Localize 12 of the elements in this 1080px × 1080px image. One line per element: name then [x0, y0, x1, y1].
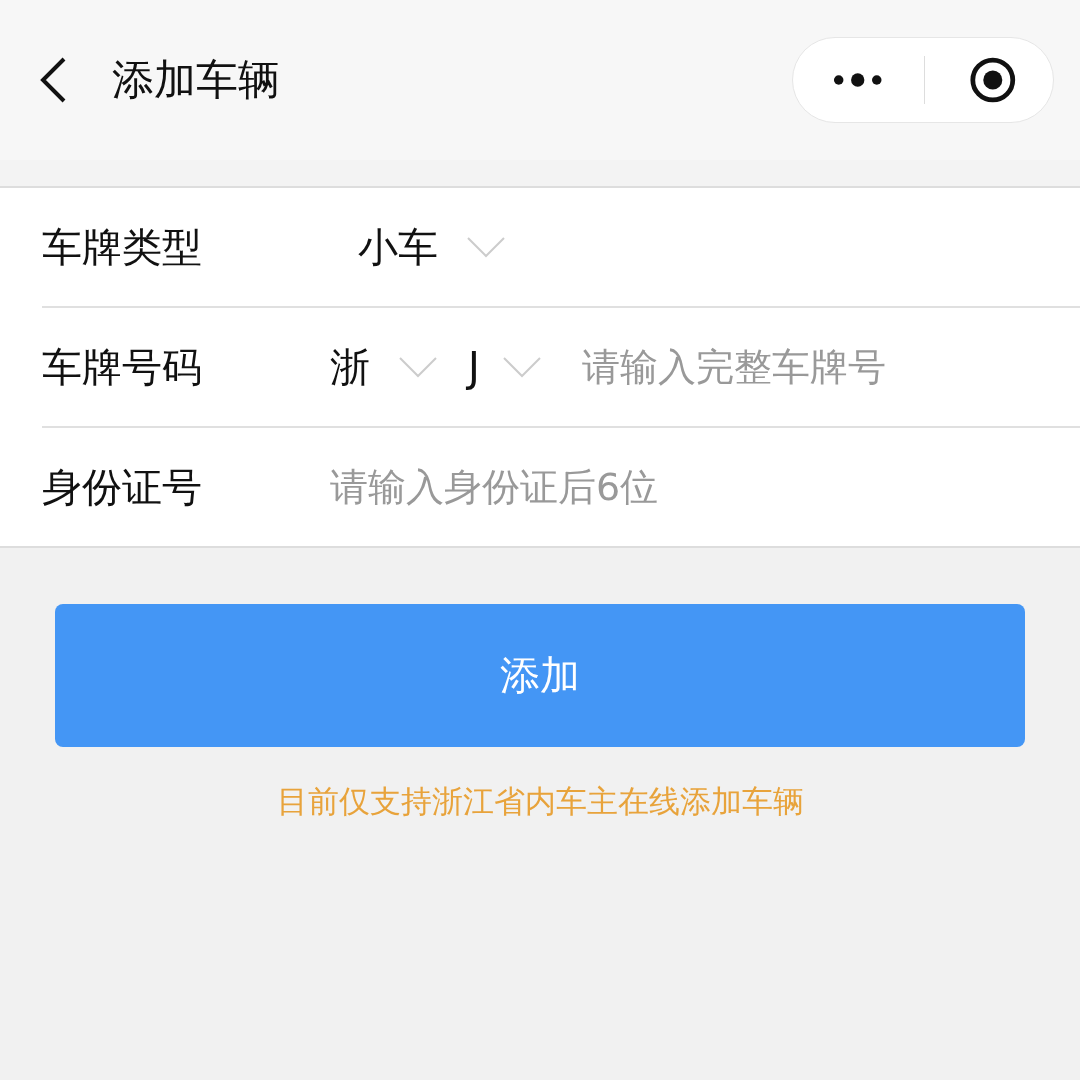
notice-text: 目前仅支持浙江省内车主在线添加车辆 — [276, 783, 804, 819]
field-label: 身份证号 — [42, 462, 203, 512]
back-icon[interactable] — [38, 56, 68, 104]
plate-number-field[interactable]: 请输入完整车牌号 — [581, 345, 1002, 389]
page-title: 添加车辆 — [112, 54, 280, 106]
city-select[interactable]: J — [468, 344, 480, 390]
id-number-field[interactable]: 请输入身份证后6位 — [330, 465, 1010, 509]
field-label: 车牌号码 — [42, 342, 203, 392]
plate-type-select[interactable]: 小车 — [358, 219, 438, 275]
province-select[interactable]: 浙 — [330, 339, 370, 395]
field-label: 车牌类型 — [42, 222, 203, 272]
more-icon[interactable] — [833, 73, 883, 87]
